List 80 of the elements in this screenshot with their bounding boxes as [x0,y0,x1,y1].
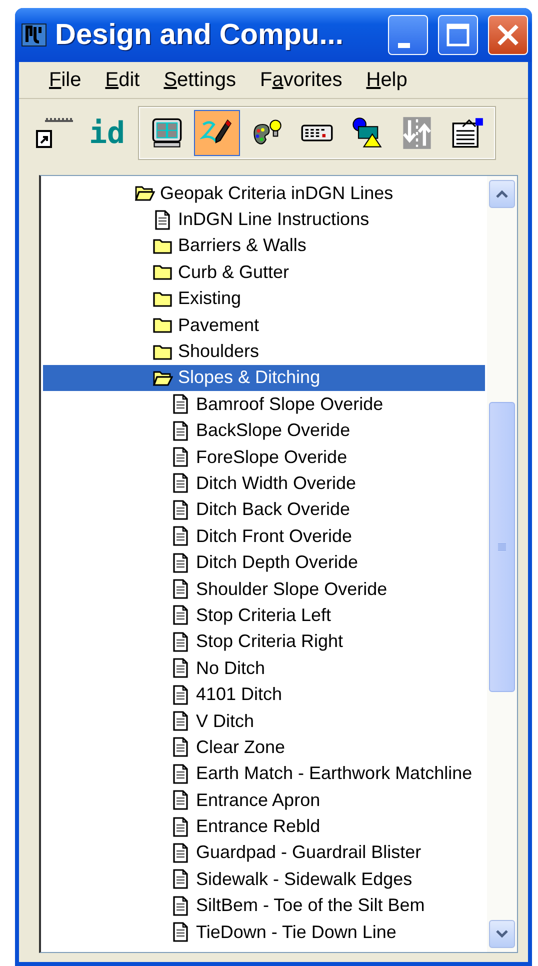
document-icon [171,500,191,520]
down-caret-icon [495,929,509,939]
document-icon [171,711,191,731]
minimize-icon [398,42,410,48]
document-icon [171,552,191,573]
ruler-shortcut-icon[interactable] [35,115,75,151]
arrows-icon [402,117,432,149]
pencil-icon [202,119,232,144]
document-icon [171,869,191,890]
document-icon [171,658,191,678]
document-icon [171,896,191,916]
document-icon [171,737,191,758]
tree-item[interactable]: SiltBem - Toe of the Silt Bem [43,892,485,919]
minimize-button[interactable] [388,15,428,55]
document-icon [171,922,191,942]
menu-item[interactable]: File [37,68,94,92]
document-icon [171,842,191,863]
id-tool[interactable]: id [89,116,126,150]
scroll-thumb[interactable] [489,402,515,692]
document-icon [153,210,173,230]
document-icon [171,764,191,784]
document-icon [171,632,191,652]
tree-item[interactable]: Existing [43,286,485,312]
menu-item[interactable]: Help [354,68,420,92]
menu-item[interactable]: Settings [152,68,248,92]
tree-item[interactable]: Shoulder Slope Overide [43,576,485,602]
tree-item[interactable]: Stop Criteria Left [43,602,485,629]
palette-bulb-icon [254,120,282,144]
tree-item[interactable]: Bamroof Slope Overide [43,391,485,418]
document-icon [171,420,191,441]
window-title: Design and Compu... [55,18,344,52]
document-icon [171,816,191,837]
settings-form-icon [452,118,484,148]
tree-item[interactable]: Ditch Back Overide [43,496,485,524]
scroll-down-button[interactable] [489,920,515,948]
maximize-button[interactable] [438,15,478,55]
monitor-icon [152,118,182,148]
tree-item[interactable]: 4101 Ditch [43,681,485,708]
document-icon [171,473,191,494]
tree-item[interactable]: No Ditch [43,655,485,682]
tree-item[interactable]: Entrance Rebld [43,813,485,840]
menu-item[interactable]: Edit [93,68,152,92]
tree-item[interactable]: Ditch Width Overide [43,470,485,497]
document-icon [171,605,191,626]
up-caret-icon [495,189,509,199]
tree-item[interactable]: Entrance Apron [43,786,485,814]
document-icon [171,790,191,810]
tree-item[interactable]: Pavement [43,312,485,338]
tree-item[interactable]: Sidewalk - Sidewalk Edges [43,866,485,893]
document-icon [171,526,191,546]
tree-item[interactable]: InDGN Line Instructions [43,206,485,233]
tree-item[interactable]: Slopes & Ditching [43,364,485,392]
document-icon [171,579,191,600]
shapes-icon [352,118,382,148]
toolbar-button[interactable] [194,110,240,156]
document-icon [171,447,191,468]
app-icon [21,22,47,48]
maximize-icon [446,23,470,47]
tree-item[interactable]: Barriers & Walls [43,232,485,260]
tree-item[interactable]: Shoulders [43,338,485,365]
close-icon [496,23,520,47]
tree-item[interactable]: Clear Zone [43,734,485,761]
tree-item[interactable]: Earth Match - Earthwork Matchline [43,760,485,787]
menu-item[interactable]: Favorites [248,68,354,92]
tree-item[interactable]: Geopak Criteria inDGN Lines [43,180,485,206]
scrollbar[interactable] [487,176,517,952]
close-button[interactable] [488,15,528,55]
tree-item[interactable]: ForeSlope Overide [43,444,485,470]
tree-item[interactable]: Ditch Front Overide [43,523,485,550]
document-icon [171,684,191,705]
document-icon [171,394,191,414]
tree-item[interactable]: Guardpad - Guardrail Blister [43,840,485,866]
tree-item[interactable]: TieDown - Tie Down Line [43,918,485,946]
keypad-icon [301,124,333,142]
tree-item[interactable]: Stop Criteria Right [43,628,485,656]
tree-item[interactable]: V Ditch [43,708,485,734]
tree-item[interactable]: Ditch Depth Overide [43,549,485,576]
tree-item[interactable]: BackSlope Overide [43,418,485,444]
scroll-up-button[interactable] [489,180,515,208]
tree-item[interactable]: Curb & Gutter [43,259,485,286]
